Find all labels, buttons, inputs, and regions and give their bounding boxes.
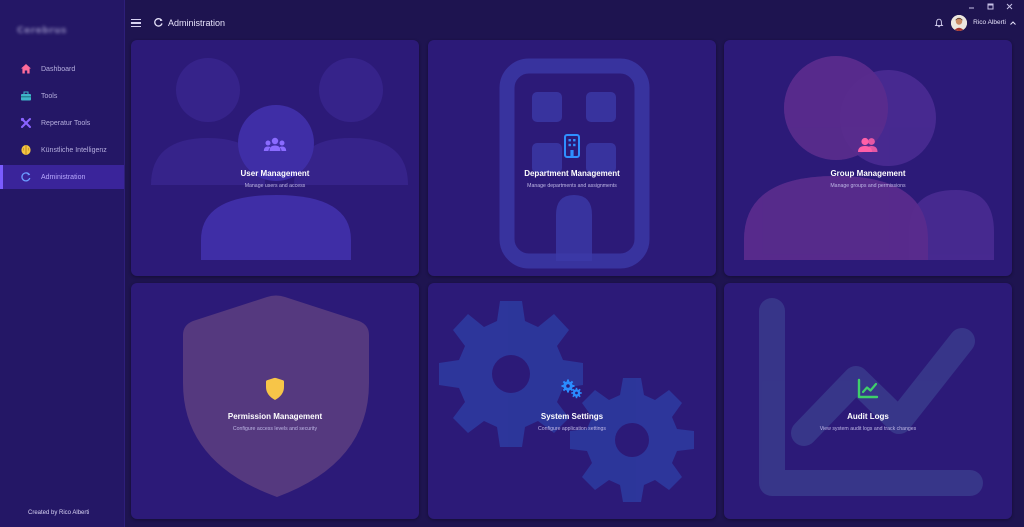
window-controls — [0, 0, 1024, 12]
footer-credit: Created by Rico Alberti — [28, 510, 90, 516]
sidebar-item-dashboard[interactable]: Dashboard — [0, 57, 124, 81]
admin-card-grid: User Management Manage users and access … — [131, 40, 1019, 520]
chart-line-background-graphic — [759, 298, 983, 496]
chart-line-icon — [856, 377, 880, 401]
sidebar: Cerebrus Dashboard Tools Reperatur Tools… — [0, 0, 125, 527]
home-icon — [19, 63, 32, 76]
sidebar-item-label: Reperatur Tools — [41, 119, 91, 127]
card-title: Permission Management — [227, 412, 323, 421]
maximize-button[interactable] — [986, 2, 995, 11]
card-audit-logs[interactable]: Audit Logs View system audit logs and tr… — [724, 283, 1012, 519]
shield-icon — [263, 377, 287, 401]
card-title: System Settings — [540, 412, 604, 421]
sidebar-item-label: Dashboard — [41, 65, 76, 73]
gears-icon — [560, 377, 584, 401]
card-title: User Management — [240, 169, 310, 178]
wrench-screwdriver-icon — [19, 117, 32, 130]
app-logo: Cerebrus — [17, 26, 67, 36]
card-description: Configure application settings — [537, 426, 607, 432]
card-user-management[interactable]: User Management Manage users and access — [131, 40, 419, 276]
card-system-settings[interactable]: System Settings Configure application se… — [428, 283, 716, 519]
admin-refresh-icon — [19, 171, 32, 184]
sidebar-item-tools[interactable]: Tools — [0, 84, 124, 108]
user-group-background-graphic — [744, 56, 994, 260]
card-title: Audit Logs — [847, 412, 889, 421]
sidebar-item-label: Künstliche Intelligenz — [41, 146, 107, 154]
card-title: Department Management — [524, 169, 620, 178]
bell-icon[interactable] — [934, 18, 944, 28]
card-department-management[interactable]: Department Management Manage departments… — [428, 40, 716, 276]
sidebar-item-administration[interactable]: Administration — [0, 165, 124, 189]
toolbox-icon — [19, 90, 32, 103]
card-description: Manage departments and assignments — [527, 183, 617, 189]
user-group-icon — [856, 134, 880, 158]
sidebar-item-kuenstliche-intelligenz[interactable]: Künstliche Intelligenz — [0, 138, 124, 162]
card-permission-management[interactable]: Permission Management Configure access l… — [131, 283, 419, 519]
brain-icon — [19, 144, 32, 157]
users-background-graphic — [151, 58, 408, 260]
building-background-graphic — [499, 58, 650, 269]
close-button[interactable] — [1005, 2, 1014, 11]
card-title: Group Management — [830, 169, 906, 178]
page-title: Administration — [168, 18, 226, 28]
avatar[interactable] — [951, 15, 967, 31]
admin-refresh-icon — [154, 18, 163, 27]
minimize-button[interactable] — [967, 2, 976, 11]
menu-toggle-icon[interactable] — [131, 18, 141, 28]
card-group-management[interactable]: Group Management Manage groups and permi… — [724, 40, 1012, 276]
shield-background-graphic — [183, 295, 369, 497]
sidebar-item-label: Tools — [41, 92, 58, 100]
card-description: Manage groups and permissions — [830, 183, 906, 189]
card-description: View system audit logs and track changes — [819, 426, 917, 432]
sidebar-item-label: Administration — [41, 173, 86, 181]
users-icon — [263, 134, 287, 158]
top-bar: Administration Rico Alberti — [124, 12, 1024, 36]
chevron-up-icon[interactable] — [1009, 19, 1017, 27]
building-icon — [560, 134, 584, 158]
user-name[interactable]: Rico Alberti — [973, 19, 1006, 26]
sidebar-item-reperatur-tools[interactable]: Reperatur Tools — [0, 111, 124, 135]
sidebar-nav: Dashboard Tools Reperatur Tools Künstlic… — [0, 57, 124, 192]
card-description: Manage users and access — [244, 183, 306, 189]
gears-background-graphic — [439, 301, 694, 502]
card-description: Configure access levels and security — [232, 426, 318, 432]
